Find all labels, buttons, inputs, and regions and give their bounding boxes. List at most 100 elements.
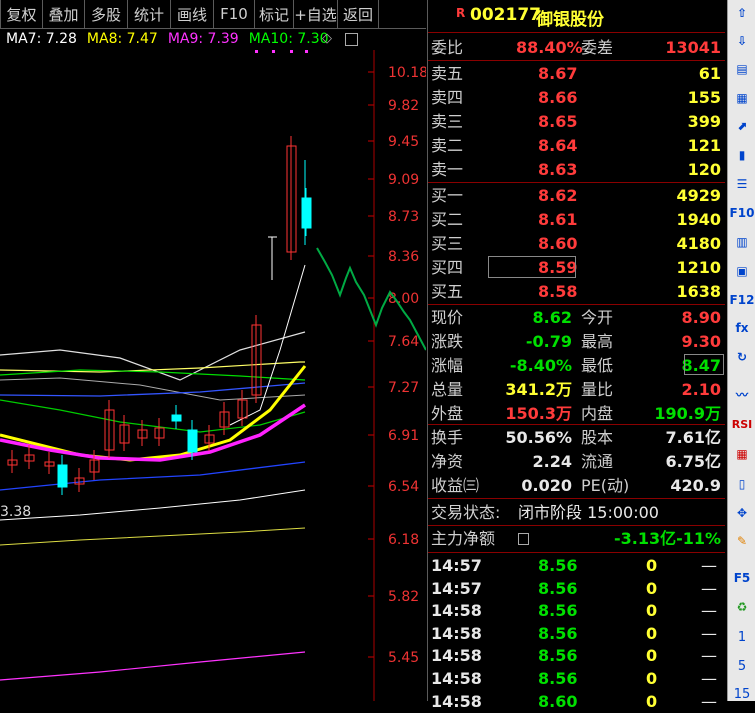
fin-value-1: 2.24 xyxy=(532,452,572,471)
quote-label-2: 内盘 xyxy=(581,404,614,423)
wave-icon[interactable]: 〰 xyxy=(731,384,753,404)
fin-value-1: 0.020 xyxy=(521,476,572,495)
fin-value-1: 50.56% xyxy=(505,428,572,447)
ma10-label: MA10: 7.30 xyxy=(248,31,329,47)
price-tick-label: 7.64 xyxy=(388,334,419,350)
chart-window-icon[interactable]: ▥ xyxy=(731,232,753,252)
tick-volume: 0 xyxy=(646,556,658,575)
toolbar-button-5[interactable]: F10 xyxy=(214,0,255,28)
rsi-icon[interactable]: RSI xyxy=(731,414,753,434)
toolbar-button-4[interactable]: 画线 xyxy=(171,0,214,28)
window-toggle-icon[interactable] xyxy=(345,33,358,46)
tick-time: 14:57 xyxy=(431,578,482,598)
candlestick xyxy=(57,464,68,488)
tick-volume: 0 xyxy=(646,578,658,598)
tick-price: 8.60 xyxy=(538,691,578,711)
refresh-icon[interactable]: ↻ xyxy=(731,347,753,367)
sell-row-4: 卖一 8.63 120 xyxy=(428,158,725,181)
f10-icon[interactable]: F10 xyxy=(730,203,755,223)
list-icon[interactable]: ☰ xyxy=(731,174,753,194)
sell-price: 8.65 xyxy=(538,112,578,131)
fin-row-1: 净资 2.24 流通 6.75亿 xyxy=(428,450,725,473)
candlestick xyxy=(171,414,182,422)
buy-volume: 4929 xyxy=(676,186,721,205)
ma-yellow-thin-line xyxy=(0,361,305,373)
price-tick-label: 8.73 xyxy=(388,209,419,225)
sell-label: 卖二 xyxy=(431,136,464,155)
tick-price: 8.56 xyxy=(538,578,578,598)
up-arrow-icon[interactable]: ⇧ xyxy=(731,3,753,23)
candlestick-icon[interactable]: ▮ xyxy=(731,145,753,165)
tick-time: 14:58 xyxy=(431,646,482,666)
tick-time: 14:58 xyxy=(431,601,482,621)
quote-row-1: 涨跌 -0.79 最高 9.30 xyxy=(428,330,725,353)
down-arrow-icon[interactable]: ⇩ xyxy=(731,31,753,51)
toolbar-button-0[interactable]: 复权 xyxy=(0,0,43,28)
weibi-label: 委比 xyxy=(431,38,464,57)
buy-label: 买三 xyxy=(431,234,464,253)
tick-time: 14:58 xyxy=(431,691,482,711)
pencil-icon[interactable]: ✎ xyxy=(731,531,753,551)
buy-row-1: 买二 8.61 1940 xyxy=(428,208,725,231)
calendar-icon[interactable]: ▦ xyxy=(731,444,753,464)
toolbar-button-1[interactable]: 叠加 xyxy=(43,0,85,28)
mainflow-icon[interactable] xyxy=(518,533,529,545)
quote-value-2: 8.90 xyxy=(681,308,721,327)
page-1[interactable]: 1 xyxy=(731,627,753,647)
f12-icon[interactable]: F12 xyxy=(730,290,755,310)
fin-row-0: 换手 50.56% 股本 7.61亿 xyxy=(428,426,725,449)
note-icon[interactable]: ▣ xyxy=(731,261,753,281)
low-price-box xyxy=(684,354,724,375)
quote-label-2: 量比 xyxy=(581,380,614,399)
right-icon-bar: ⇧ ⇩ ▤ ▦ ⬈ ▮ ☰ F10 ▥ ▣ F12 fx ↻ 〰 RSI ▦ ▯ ✥ ✎ F5 ♻ 1 5 15 xyxy=(727,0,755,704)
recycle-icon[interactable]: ♻ xyxy=(731,597,753,617)
ma8-label: MA8: 7.47 xyxy=(86,31,158,47)
quote-panel: R 002177 御银股份 委比 88.40% 委差 13041 卖五 8.67 61 卖四 8.66… xyxy=(428,0,725,711)
toolbar-button-3[interactable]: 统计 xyxy=(128,0,171,28)
toolbar-button-7[interactable]: +自选 xyxy=(294,0,338,28)
page-15[interactable]: 15 xyxy=(731,684,753,704)
toolbar-button-8[interactable]: 返回 xyxy=(338,0,379,28)
mainflow-label: 主力净额 xyxy=(431,529,496,548)
tick-time: 14:58 xyxy=(431,623,482,643)
price-tick-label: 9.45 xyxy=(388,134,419,150)
move-icon[interactable]: ✥ xyxy=(731,503,753,523)
quote-value-1: 8.62 xyxy=(532,308,572,327)
weibi-value: 88.40% xyxy=(516,38,583,57)
ma7-white-line xyxy=(229,264,306,426)
status-row: 交易状态: 闭市阶段 15:00:00 xyxy=(428,501,725,524)
table-icon[interactable]: ▦ xyxy=(731,88,753,108)
trend-icon[interactable]: ⬈ xyxy=(731,116,753,136)
quote-label-1: 外盘 xyxy=(431,404,464,423)
buy-row-0: 买一 8.62 4929 xyxy=(428,184,725,207)
sell-volume: 155 xyxy=(687,88,721,107)
fx-icon[interactable]: fx xyxy=(731,318,753,338)
ma-dot xyxy=(255,50,258,53)
phone-icon[interactable]: ▯ xyxy=(731,474,753,494)
minute-chart-icon[interactable]: ▤ xyxy=(731,59,753,79)
quote-value-1: -0.79 xyxy=(525,332,572,351)
r-badge: R xyxy=(456,6,466,20)
toolbar-button-6[interactable]: 标记 xyxy=(255,0,294,28)
ma-green2-line xyxy=(0,399,306,433)
sell-row-2: 卖三 8.65 399 xyxy=(428,110,725,133)
ma7-label: MA7: 7.28 xyxy=(6,31,77,47)
quote-value-1: 150.3万 xyxy=(505,404,572,423)
quote-row-2: 涨幅 -8.40% 最低 8.47 xyxy=(428,354,725,377)
sell-label: 卖三 xyxy=(431,112,464,131)
tick-volume: 0 xyxy=(646,669,658,688)
buy-price: 8.58 xyxy=(538,282,578,301)
fin-label-1: 净资 xyxy=(431,452,464,471)
candlestick-chart[interactable]: 10.18 9.82 9.45 9.09 8.73 8.36 8.00 7.64 7.27 6.9… xyxy=(0,50,426,701)
ma-long-white-line xyxy=(0,489,306,521)
price-tick-label: 6.18 xyxy=(388,532,419,548)
f5-icon[interactable]: F5 xyxy=(731,568,753,588)
sell-volume: 121 xyxy=(687,136,721,155)
toolbar-button-2[interactable]: 多股 xyxy=(85,0,128,28)
status-value: 闭市阶段 15:00:00 xyxy=(518,503,659,522)
ma8-yellow-line xyxy=(0,365,307,462)
page-5[interactable]: 5 xyxy=(731,656,753,676)
buy-volume: 4180 xyxy=(676,234,721,253)
diamond-icon[interactable]: ◇ xyxy=(322,31,332,46)
buy-row-3: 买四 8.59 1210 xyxy=(428,256,725,279)
